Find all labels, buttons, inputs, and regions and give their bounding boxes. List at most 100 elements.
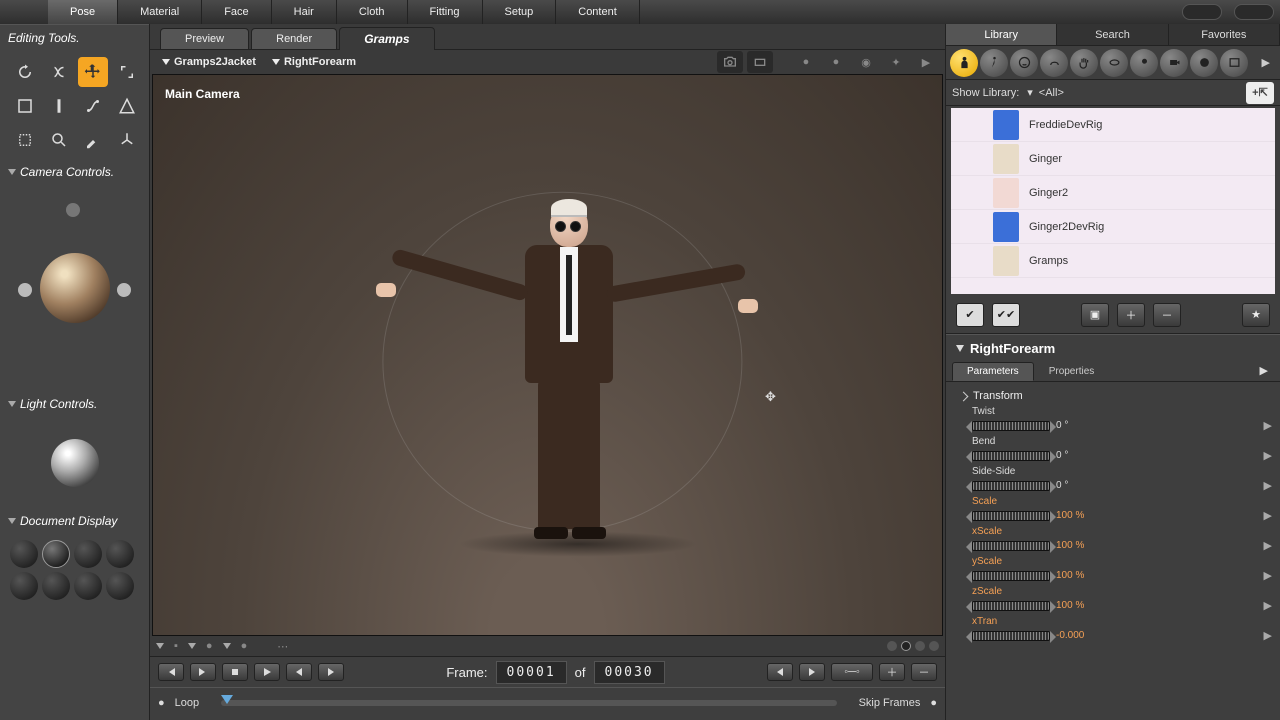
- dial-value[interactable]: 0 °: [1056, 420, 1100, 431]
- light-2-icon[interactable]: ●: [823, 51, 849, 73]
- library-list[interactable]: FreddieDevRigGingerGinger2Ginger2DevRigG…: [951, 108, 1275, 294]
- dial-menu-icon[interactable]: ▶: [1264, 419, 1272, 432]
- cat-hands-icon[interactable]: [1070, 49, 1098, 77]
- current-frame-field[interactable]: 00001: [496, 661, 567, 684]
- transform-group[interactable]: Transform: [958, 386, 1272, 406]
- dial-value[interactable]: 100 %: [1056, 570, 1100, 581]
- dial-slider[interactable]: [972, 451, 1050, 461]
- cat-materials-icon[interactable]: [1190, 49, 1218, 77]
- select-tool[interactable]: [10, 91, 40, 121]
- tab-document[interactable]: Gramps: [339, 27, 434, 50]
- library-item[interactable]: Ginger2: [951, 176, 1275, 210]
- light-controls-toggle[interactable]: Light Controls.: [0, 393, 149, 415]
- cat-lights-icon[interactable]: [1130, 49, 1158, 77]
- chain-tool[interactable]: [78, 91, 108, 121]
- shadow-menu[interactable]: [223, 643, 231, 649]
- add-key-button[interactable]: ＋: [879, 663, 905, 681]
- prev-key-button[interactable]: [767, 663, 793, 681]
- cat-more-icon[interactable]: ▶: [1256, 54, 1276, 71]
- skip-frames-label[interactable]: Skip Frames: [859, 697, 921, 709]
- dial-menu-icon[interactable]: ▶: [1264, 569, 1272, 582]
- display-style-2[interactable]: [42, 540, 70, 568]
- room-tab-content[interactable]: Content: [556, 0, 640, 24]
- display-style-6[interactable]: [42, 572, 70, 600]
- camera-trackball[interactable]: [0, 183, 149, 393]
- camera-add-icon[interactable]: [747, 51, 773, 73]
- tab-properties[interactable]: Properties: [1034, 362, 1110, 381]
- favorite-button[interactable]: ★: [1242, 303, 1270, 327]
- dial-menu-icon[interactable]: ▶: [1264, 449, 1272, 462]
- layout-3[interactable]: [915, 641, 925, 651]
- eyedropper-tool[interactable]: [78, 125, 108, 155]
- dial-slider[interactable]: [972, 571, 1050, 581]
- last-frame-button[interactable]: [190, 663, 216, 681]
- tab-library[interactable]: Library: [946, 24, 1057, 45]
- display-style-4[interactable]: [106, 540, 134, 568]
- dial-slider[interactable]: [972, 481, 1050, 491]
- dial-menu-icon[interactable]: ▶: [1264, 599, 1272, 612]
- light-trackball[interactable]: [0, 415, 149, 510]
- total-frames-field[interactable]: 00030: [594, 661, 665, 684]
- cat-scenes-icon[interactable]: [1220, 49, 1248, 77]
- dial-menu-icon[interactable]: ▶: [1264, 509, 1272, 522]
- first-frame-button[interactable]: [158, 663, 184, 681]
- room-tab-fitting[interactable]: Fitting: [408, 0, 483, 24]
- display-style-3[interactable]: [74, 540, 102, 568]
- viewport[interactable]: Main Camera ✥: [152, 74, 943, 636]
- dial-value[interactable]: 100 %: [1056, 540, 1100, 551]
- remove-item-button[interactable]: －: [1153, 303, 1181, 327]
- tab-favorites[interactable]: Favorites: [1169, 24, 1280, 45]
- dial-value[interactable]: 100 %: [1056, 600, 1100, 611]
- morph-tool[interactable]: [112, 91, 142, 121]
- dial-value[interactable]: -0.000: [1056, 630, 1100, 641]
- room-tab-cloth[interactable]: Cloth: [337, 0, 408, 24]
- dial-value[interactable]: 0 °: [1056, 480, 1100, 491]
- dial-menu-icon[interactable]: ▶: [1264, 479, 1272, 492]
- add-to-library-button[interactable]: +⇱: [1246, 82, 1274, 104]
- tracking-mode-menu[interactable]: [156, 643, 164, 649]
- display-style-8[interactable]: [106, 572, 134, 600]
- camera-select-icon[interactable]: [717, 51, 743, 73]
- dial-slider[interactable]: [972, 421, 1050, 431]
- dial-slider[interactable]: [972, 541, 1050, 551]
- step-back-button[interactable]: [286, 663, 312, 681]
- cat-expression-icon[interactable]: [1010, 49, 1038, 77]
- params-expand-icon[interactable]: ▶: [1254, 362, 1274, 381]
- figure-dropdown[interactable]: Gramps2Jacket: [156, 54, 262, 70]
- actor-dropdown[interactable]: RightForearm: [266, 54, 362, 70]
- timeline-scrubber[interactable]: [221, 700, 836, 706]
- dial-menu-icon[interactable]: ▶: [1264, 539, 1272, 552]
- cat-props-icon[interactable]: [1100, 49, 1128, 77]
- room-tab-hair[interactable]: Hair: [272, 0, 337, 24]
- layout-1[interactable]: [887, 641, 897, 651]
- ui-toggle-1[interactable]: [1182, 4, 1222, 20]
- room-tab-face[interactable]: Face: [202, 0, 271, 24]
- ui-toggle-2[interactable]: [1234, 4, 1274, 20]
- cat-poses-icon[interactable]: [980, 49, 1008, 77]
- next-key-button[interactable]: [799, 663, 825, 681]
- dial-slider[interactable]: [972, 511, 1050, 521]
- camera-controls-toggle[interactable]: Camera Controls.: [0, 161, 149, 183]
- apply-double-button[interactable]: ✔✔: [992, 303, 1020, 327]
- translate-tool[interactable]: [78, 57, 108, 87]
- display-style-5[interactable]: [10, 572, 38, 600]
- layout-2[interactable]: [901, 641, 911, 651]
- layout-4[interactable]: [929, 641, 939, 651]
- light-1-icon[interactable]: ●: [793, 51, 819, 73]
- display-style-1[interactable]: [10, 540, 38, 568]
- step-fwd-button[interactable]: [318, 663, 344, 681]
- stop-button[interactable]: [222, 663, 248, 681]
- del-key-button[interactable]: －: [911, 663, 937, 681]
- cat-hair-icon[interactable]: [1040, 49, 1068, 77]
- scale-tool[interactable]: [112, 57, 142, 87]
- document-display-toggle[interactable]: Document Display: [0, 510, 149, 532]
- loop-label[interactable]: Loop: [175, 697, 199, 709]
- cat-figures-icon[interactable]: [950, 49, 978, 77]
- room-tab-material[interactable]: Material: [118, 0, 202, 24]
- tab-preview[interactable]: Preview: [160, 28, 249, 49]
- depth-cue-menu[interactable]: [188, 643, 196, 649]
- library-item[interactable]: Ginger: [951, 142, 1275, 176]
- axis-tool[interactable]: [112, 125, 142, 155]
- light-3-icon[interactable]: ◉: [853, 51, 879, 73]
- dial-slider[interactable]: [972, 601, 1050, 611]
